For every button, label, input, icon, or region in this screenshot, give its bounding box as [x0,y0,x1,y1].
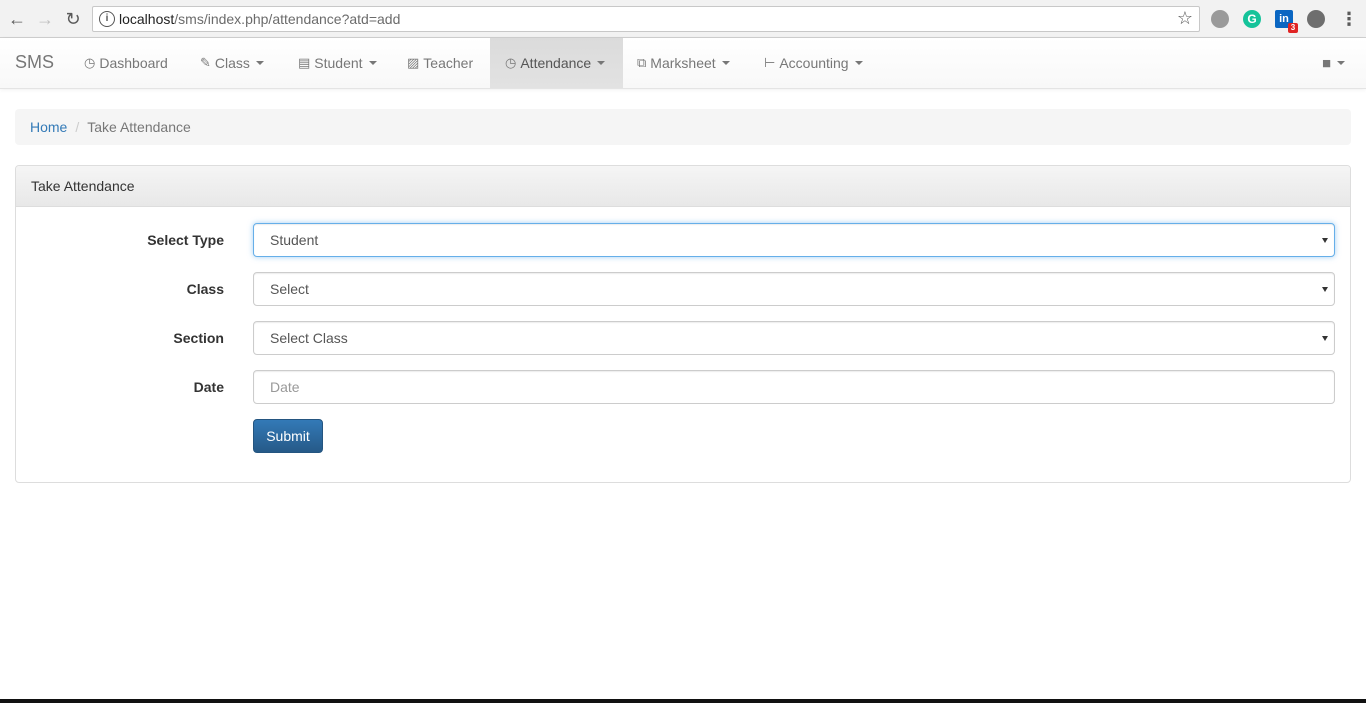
tasks-icon: ⊢ [764,55,776,70]
nav-teacher[interactable]: ▨ Teacher [392,38,488,88]
brand-logo[interactable]: SMS [15,52,54,73]
select-type-label: Select Type [147,232,224,248]
address-bar[interactable]: i localhost/sms/index.php/attendance?atd… [92,6,1200,32]
browser-toolbar: ← → ↻ i localhost/sms/index.php/attendan… [0,0,1366,38]
nav-student[interactable]: ▤ Student [283,38,392,88]
browser-menu-icon[interactable]: ⋮ [1340,8,1358,30]
film-extension-icon[interactable] [1307,10,1325,28]
date-label: Date [193,379,224,395]
class-label: Class [186,281,224,297]
caret-down-icon [597,61,606,65]
linkedin-badge: 3 [1288,23,1298,33]
nav-teacher-label: Teacher [423,55,474,71]
section-label: Section [173,330,224,346]
date-input[interactable]: Date [253,370,1335,404]
caret-down-icon [1337,61,1346,65]
user-icon: ■ [1322,54,1332,72]
select-type-row: Select Type Student [16,223,1350,257]
class-dropdown[interactable]: Select [253,272,1335,306]
breadcrumb-home-link[interactable]: Home [30,119,67,135]
taskbar-edge [0,699,1366,703]
class-row: Class Select [16,272,1350,306]
grammarly-letter: G [1247,12,1257,26]
nav-dashboard[interactable]: ◷ Dashboard [69,38,183,88]
reload-icon[interactable]: ↻ [62,8,84,30]
nav-attendance[interactable]: ◷ Attendance [490,38,623,88]
info-icon[interactable]: i [99,11,115,27]
back-arrow-icon[interactable]: ← [6,8,28,30]
nav-accounting[interactable]: ⊢ Accounting [749,38,878,88]
breadcrumb-separator: / [75,119,80,135]
caret-down-icon [255,61,264,65]
edit-icon: ✎ [200,55,211,70]
forward-arrow-icon[interactable]: → [34,8,56,30]
grammarly-extension-icon[interactable]: G [1243,10,1261,28]
url-path: /sms/index.php/attendance?atd=add [174,11,401,27]
copy-icon: ⧉ [637,55,647,70]
nav-attendance-label: Attendance [520,55,592,71]
dashboard-icon: ◷ [84,55,96,70]
section-dropdown[interactable]: Select Class [253,321,1335,355]
cloud-extension-icon[interactable] [1211,10,1229,28]
submit-button[interactable]: Submit [253,419,323,453]
top-navbar: SMS ◷ Dashboard ✎ Class ▤ Student ▨ Teac… [0,38,1366,89]
section-row: Section Select Class [16,321,1350,355]
nav-class-label: Class [214,55,250,71]
bookmark-star-icon[interactable]: ☆ [1177,8,1193,29]
caret-down-icon [368,61,377,65]
nav-marksheet-label: Marksheet [650,55,716,71]
url-text: localhost/sms/index.php/attendance?atd=a… [119,11,400,27]
caret-down-icon [721,61,730,65]
nav-accounting-label: Accounting [779,55,849,71]
linkedin-extension-icon[interactable]: in 3 [1275,10,1298,33]
list-icon: ▤ [298,55,311,70]
caret-down-icon [854,61,863,65]
nav-marksheet[interactable]: ⧉ Marksheet [622,38,745,88]
submit-row: Submit [16,419,1350,453]
panel-title: Take Attendance [16,166,1350,207]
nav-dashboard-label: Dashboard [99,55,168,71]
attendance-panel: Take Attendance Select Type Student Clas… [15,165,1351,483]
user-menu[interactable]: ■ [1322,38,1346,88]
url-host: localhost [119,11,175,27]
select-type-dropdown[interactable]: Student [253,223,1335,257]
nav-student-label: Student [314,55,363,71]
nav-class[interactable]: ✎ Class [185,38,279,88]
briefcase-icon: ▨ [407,55,420,70]
breadcrumb: Home / Take Attendance [15,109,1351,145]
date-row: Date Date [16,370,1350,404]
breadcrumb-current: Take Attendance [87,119,191,135]
clock-icon: ◷ [505,55,517,70]
